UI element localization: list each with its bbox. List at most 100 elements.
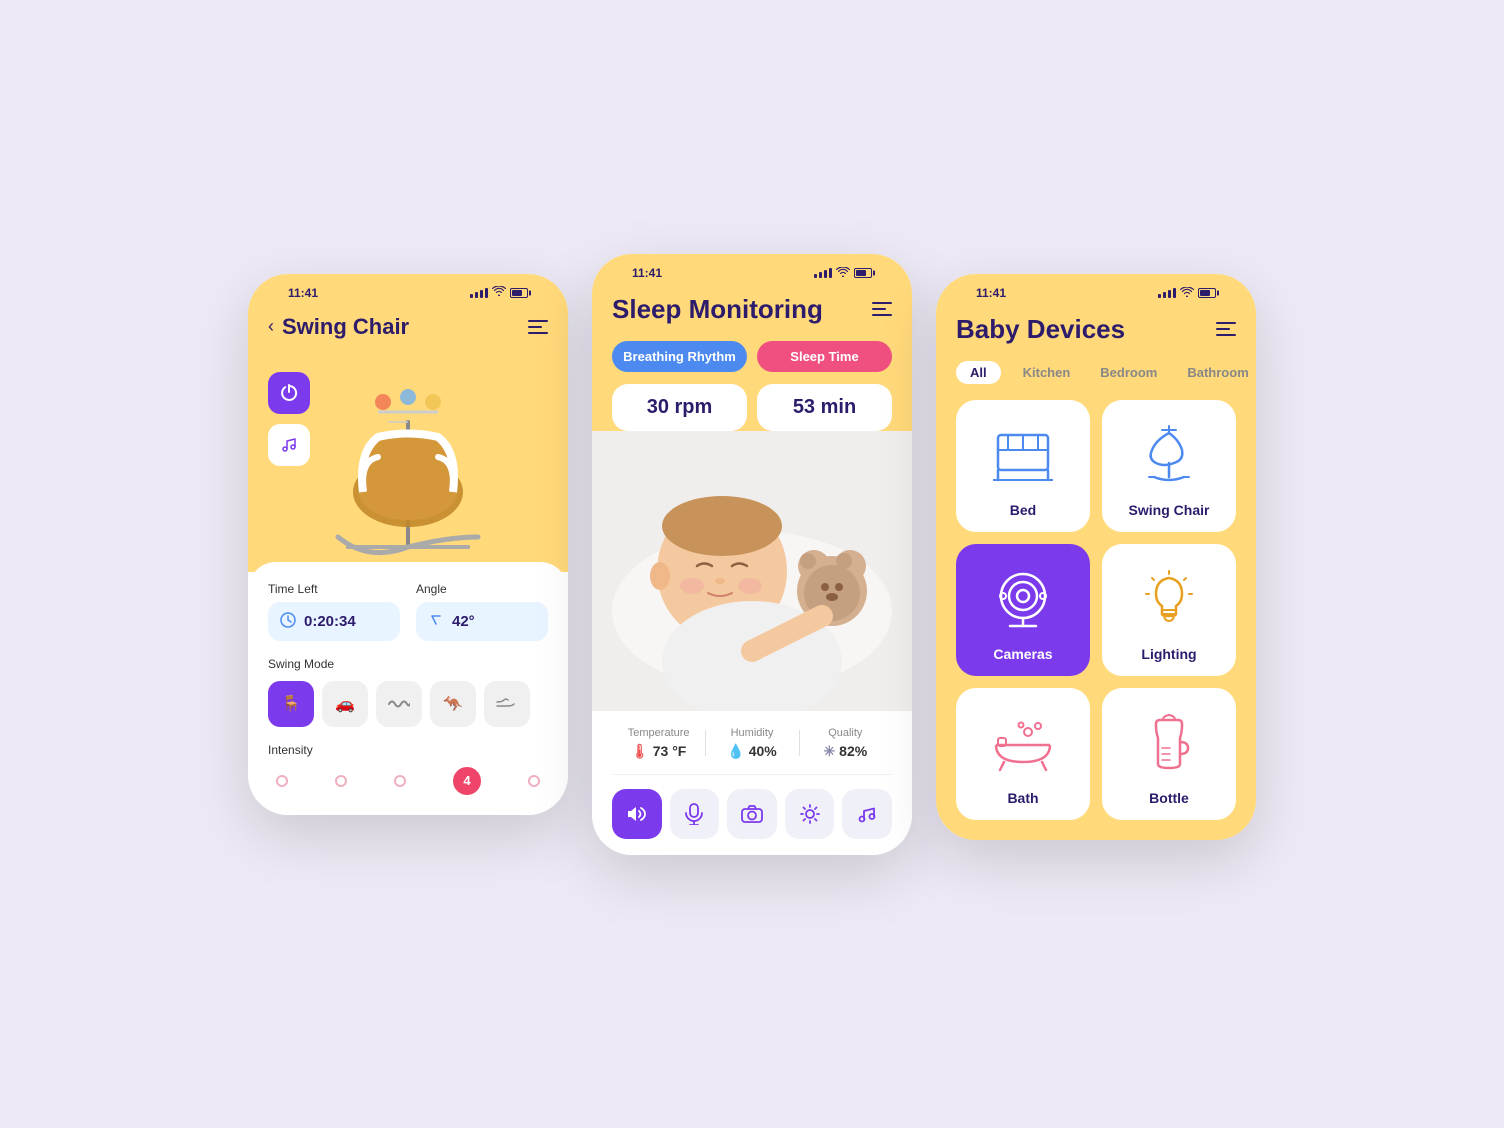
- back-button[interactable]: ‹: [268, 316, 274, 337]
- monitor-tabs: Breathing Rhythm Sleep Time: [612, 341, 892, 372]
- sleep-value: 53 min: [757, 384, 892, 431]
- intensity-dot-2[interactable]: [335, 775, 347, 787]
- tab-breathing[interactable]: Breathing Rhythm: [612, 341, 747, 372]
- devices-bg: 11:41: [936, 274, 1256, 840]
- light-button[interactable]: [785, 789, 835, 839]
- breathing-value: 30 rpm: [612, 384, 747, 431]
- mic-button[interactable]: [670, 789, 720, 839]
- status-bar-2: 11:41: [612, 254, 892, 286]
- wifi-icon-1: [492, 286, 506, 299]
- swing-chair-header: ‹ Swing Chair: [268, 306, 548, 352]
- droplet-icon: 💧: [727, 743, 744, 760]
- temperature-sensor: Temperature 🌡 73 °F: [612, 727, 705, 760]
- bath-icon: [988, 708, 1058, 778]
- filter-kitchen[interactable]: Kitchen: [1015, 361, 1079, 384]
- quality-value: ✳ 82%: [799, 743, 892, 760]
- music-ctrl-button[interactable]: [842, 789, 892, 839]
- mode-swing[interactable]: 🪑: [268, 681, 314, 727]
- tab-sleep[interactable]: Sleep Time: [757, 341, 892, 372]
- sleep-bottom: Temperature 🌡 73 °F Humidity 💧 40% Quali…: [592, 711, 912, 855]
- mode-wave[interactable]: [376, 681, 422, 727]
- sleep-header: Sleep Monitoring: [612, 286, 892, 341]
- thermometer-icon: 🌡: [631, 743, 649, 760]
- devices-header: Baby Devices: [956, 306, 1236, 361]
- humidity-label: Humidity: [705, 727, 798, 739]
- time-left-box: Time Left 0:20:34: [268, 582, 400, 641]
- swing-mode-label: Swing Mode: [268, 657, 548, 671]
- status-icons-3: [1158, 286, 1216, 300]
- baby-photo: [592, 431, 912, 711]
- mode-icons-row: 🪑 🚗 🦘: [268, 681, 548, 727]
- quality-icon: ✳: [823, 743, 835, 760]
- device-bath[interactable]: Bath: [956, 688, 1090, 820]
- swing-chair-image-area: [268, 352, 548, 572]
- monitor-values: 30 rpm 53 min: [612, 384, 892, 431]
- menu-button-2[interactable]: [872, 302, 892, 316]
- camera-button[interactable]: [727, 789, 777, 839]
- battery-icon-2: [854, 268, 872, 278]
- swing-chair-title: Swing Chair: [282, 314, 409, 340]
- volume-button[interactable]: [612, 789, 662, 839]
- music-button[interactable]: [268, 424, 310, 466]
- temperature-value: 🌡 73 °F: [612, 743, 705, 760]
- cameras-label: Cameras: [993, 646, 1052, 662]
- status-bar-3: 11:41: [956, 274, 1236, 306]
- status-time-3: 11:41: [976, 286, 1006, 300]
- filter-bedroom[interactable]: Bedroom: [1092, 361, 1165, 384]
- sleep-controls: [612, 789, 892, 839]
- quality-sensor: Quality ✳ 82%: [799, 727, 892, 760]
- sleep-monitoring-screen: 11:41: [592, 254, 912, 855]
- device-swing-chair[interactable]: Swing Chair: [1102, 400, 1236, 532]
- battery-icon-3: [1198, 288, 1216, 298]
- bed-icon: [988, 420, 1058, 490]
- baby-photo-illustration: [592, 431, 912, 711]
- swing-chair-icon: [1134, 420, 1204, 490]
- bottle-label: Bottle: [1149, 790, 1189, 806]
- filter-all[interactable]: All: [956, 361, 1001, 384]
- wifi-icon-2: [836, 266, 850, 280]
- intensity-dot-5[interactable]: [528, 775, 540, 787]
- action-buttons: [268, 372, 310, 466]
- devices-title: Baby Devices: [956, 314, 1125, 345]
- angle-label: Angle: [416, 582, 548, 596]
- mode-wind[interactable]: [484, 681, 530, 727]
- bed-label: Bed: [1010, 502, 1036, 518]
- battery-icon-1: [510, 288, 528, 298]
- status-icons-1: [470, 286, 528, 299]
- signal-icon-1: [470, 288, 488, 298]
- filter-bathroom[interactable]: Bathroom: [1179, 361, 1256, 384]
- status-bar-1: 11:41: [268, 274, 548, 306]
- info-row: Time Left 0:20:34 Angle: [268, 582, 548, 641]
- intensity-dot-1[interactable]: [276, 775, 288, 787]
- screens-container: 11:41: [248, 274, 1256, 855]
- bottle-icon: [1134, 708, 1204, 778]
- menu-button-3[interactable]: [1216, 322, 1236, 336]
- device-bottle[interactable]: Bottle: [1102, 688, 1236, 820]
- swing-chair-device-label: Swing Chair: [1129, 502, 1210, 518]
- lighting-icon: [1134, 564, 1204, 634]
- temperature-label: Temperature: [612, 727, 705, 739]
- wifi-icon-3: [1180, 286, 1194, 300]
- sensors-row: Temperature 🌡 73 °F Humidity 💧 40% Quali…: [612, 727, 892, 775]
- lighting-label: Lighting: [1141, 646, 1196, 662]
- device-bed[interactable]: Bed: [956, 400, 1090, 532]
- mode-car[interactable]: 🚗: [322, 681, 368, 727]
- status-time-1: 11:41: [288, 286, 318, 300]
- device-lighting[interactable]: Lighting: [1102, 544, 1236, 676]
- swing-chair-illustration: [308, 352, 508, 562]
- power-button[interactable]: [268, 372, 310, 414]
- intensity-dot-3[interactable]: [394, 775, 406, 787]
- filter-row: All Kitchen Bedroom Bathroom: [956, 361, 1236, 384]
- clock-icon: [280, 612, 296, 631]
- camera-icon: [988, 564, 1058, 634]
- angle-box: Angle 42°: [416, 582, 548, 641]
- angle-value: 42°: [452, 613, 475, 630]
- intensity-dot-4[interactable]: 4: [453, 767, 481, 795]
- swing-chair-bottom: Time Left 0:20:34 Angle: [248, 562, 568, 815]
- mode-jump[interactable]: 🦘: [430, 681, 476, 727]
- angle-value-box: 42°: [416, 602, 548, 641]
- device-cameras[interactable]: Cameras: [956, 544, 1090, 676]
- menu-button-1[interactable]: [528, 320, 548, 334]
- signal-icon-2: [814, 268, 832, 278]
- angle-icon: [428, 612, 444, 631]
